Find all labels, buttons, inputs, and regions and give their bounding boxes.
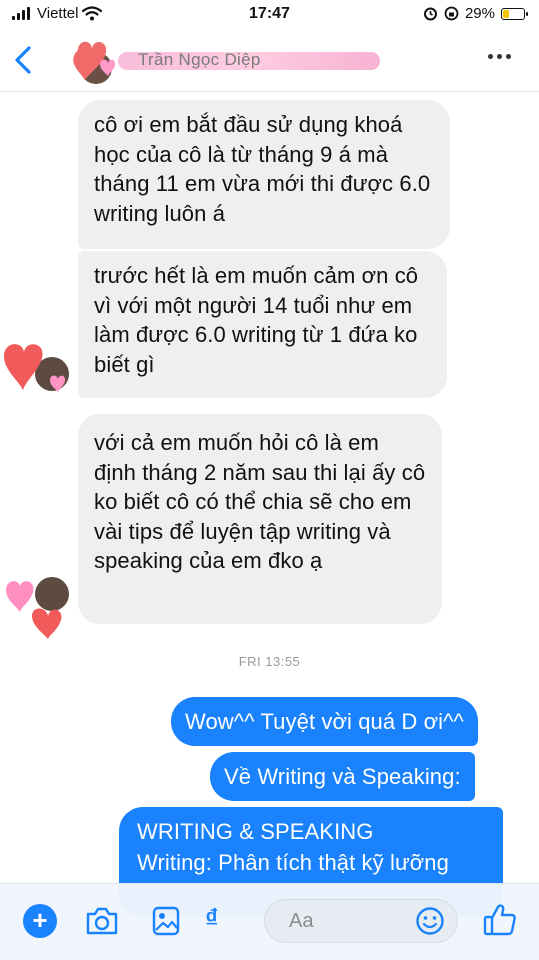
outgoing-message[interactable]: Về Writing và Speaking: <box>210 752 475 801</box>
incoming-message[interactable]: cô ơi em bắt đầu sử dụng khoá học của cô… <box>78 100 450 249</box>
message-timestamp: FRI 13:55 <box>238 654 301 669</box>
battery-icon <box>501 7 528 20</box>
image-icon[interactable] <box>151 905 181 937</box>
incoming-message[interactable]: với cả em muốn hỏi cô là em định tháng 2… <box>78 414 442 624</box>
orientation-lock-icon <box>444 6 459 21</box>
conversation-header: Trần Ngọc Diệp <box>0 30 539 92</box>
battery-level <box>503 9 509 18</box>
outgoing-message[interactable]: Wow^^ Tuyệt vời quá D ơi^^ <box>171 697 478 746</box>
contact-name[interactable]: Trần Ngọc Diệp <box>138 50 261 70</box>
payment-dong-icon[interactable]: ₫ <box>205 903 218 934</box>
status-bar: Viettel 17:47 29% <box>0 0 539 30</box>
contact-avatar[interactable] <box>52 36 118 86</box>
more-options-icon[interactable] <box>488 54 511 59</box>
camera-icon[interactable] <box>84 904 120 938</box>
alarm-icon <box>423 7 437 21</box>
message-line: WRITING & SPEAKING <box>137 819 374 844</box>
sender-avatar[interactable] <box>0 330 80 400</box>
message-line: Writing: Phân tích thật kỹ lưỡng <box>137 850 449 875</box>
sender-avatar[interactable] <box>0 568 80 640</box>
battery-percent: 29% <box>464 5 495 22</box>
message-composer: + ₫ Aa <box>0 883 539 960</box>
message-input[interactable]: Aa <box>264 899 458 943</box>
emoji-icon[interactable] <box>415 906 445 936</box>
incoming-message[interactable]: trước hết là em muốn cảm ơn cô vì với mộ… <box>78 251 447 398</box>
plus-icon[interactable]: + <box>23 904 57 938</box>
input-placeholder: Aa <box>289 910 314 932</box>
thumbs-up-icon[interactable] <box>482 902 518 938</box>
back-chevron-icon[interactable] <box>8 40 38 80</box>
